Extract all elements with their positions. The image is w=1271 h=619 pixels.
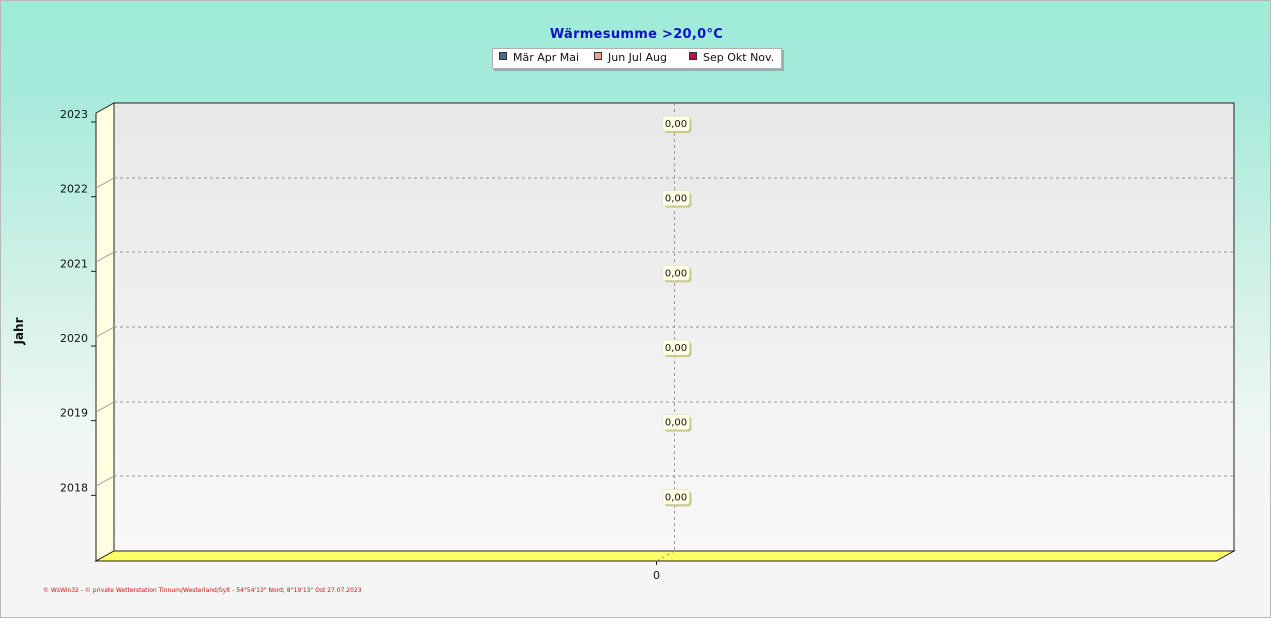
y-tick-label: 2019 — [60, 407, 88, 420]
plot-area: 2023 0,00 2022 0,00 2021 0,00 2020 0,00 2019 0,00… — [60, 102, 1236, 582]
data-label: 0,00 — [665, 343, 687, 354]
plot-floor — [94, 550, 1236, 562]
x-tick-label: 0 — [653, 569, 660, 582]
chart-frame: Wärmesumme >20,0°C Mär Apr Mai Jun Jul A… — [0, 0, 1271, 618]
data-label: 0,00 — [665, 418, 687, 429]
y-tick-label: 2018 — [60, 481, 88, 494]
data-label: 0,00 — [665, 268, 687, 279]
data-label: 0,00 — [665, 119, 687, 130]
y-tick-label: 2023 — [60, 108, 88, 121]
data-label: 0,00 — [665, 492, 687, 503]
y-tick-label: 2022 — [60, 183, 88, 196]
y-tick-label: 2021 — [60, 257, 88, 270]
data-label: 0,00 — [665, 194, 687, 205]
y-tick-label: 2020 — [60, 332, 88, 345]
footer-credit: © WsWin32 - © private Wetterstation Tinn… — [43, 587, 362, 594]
